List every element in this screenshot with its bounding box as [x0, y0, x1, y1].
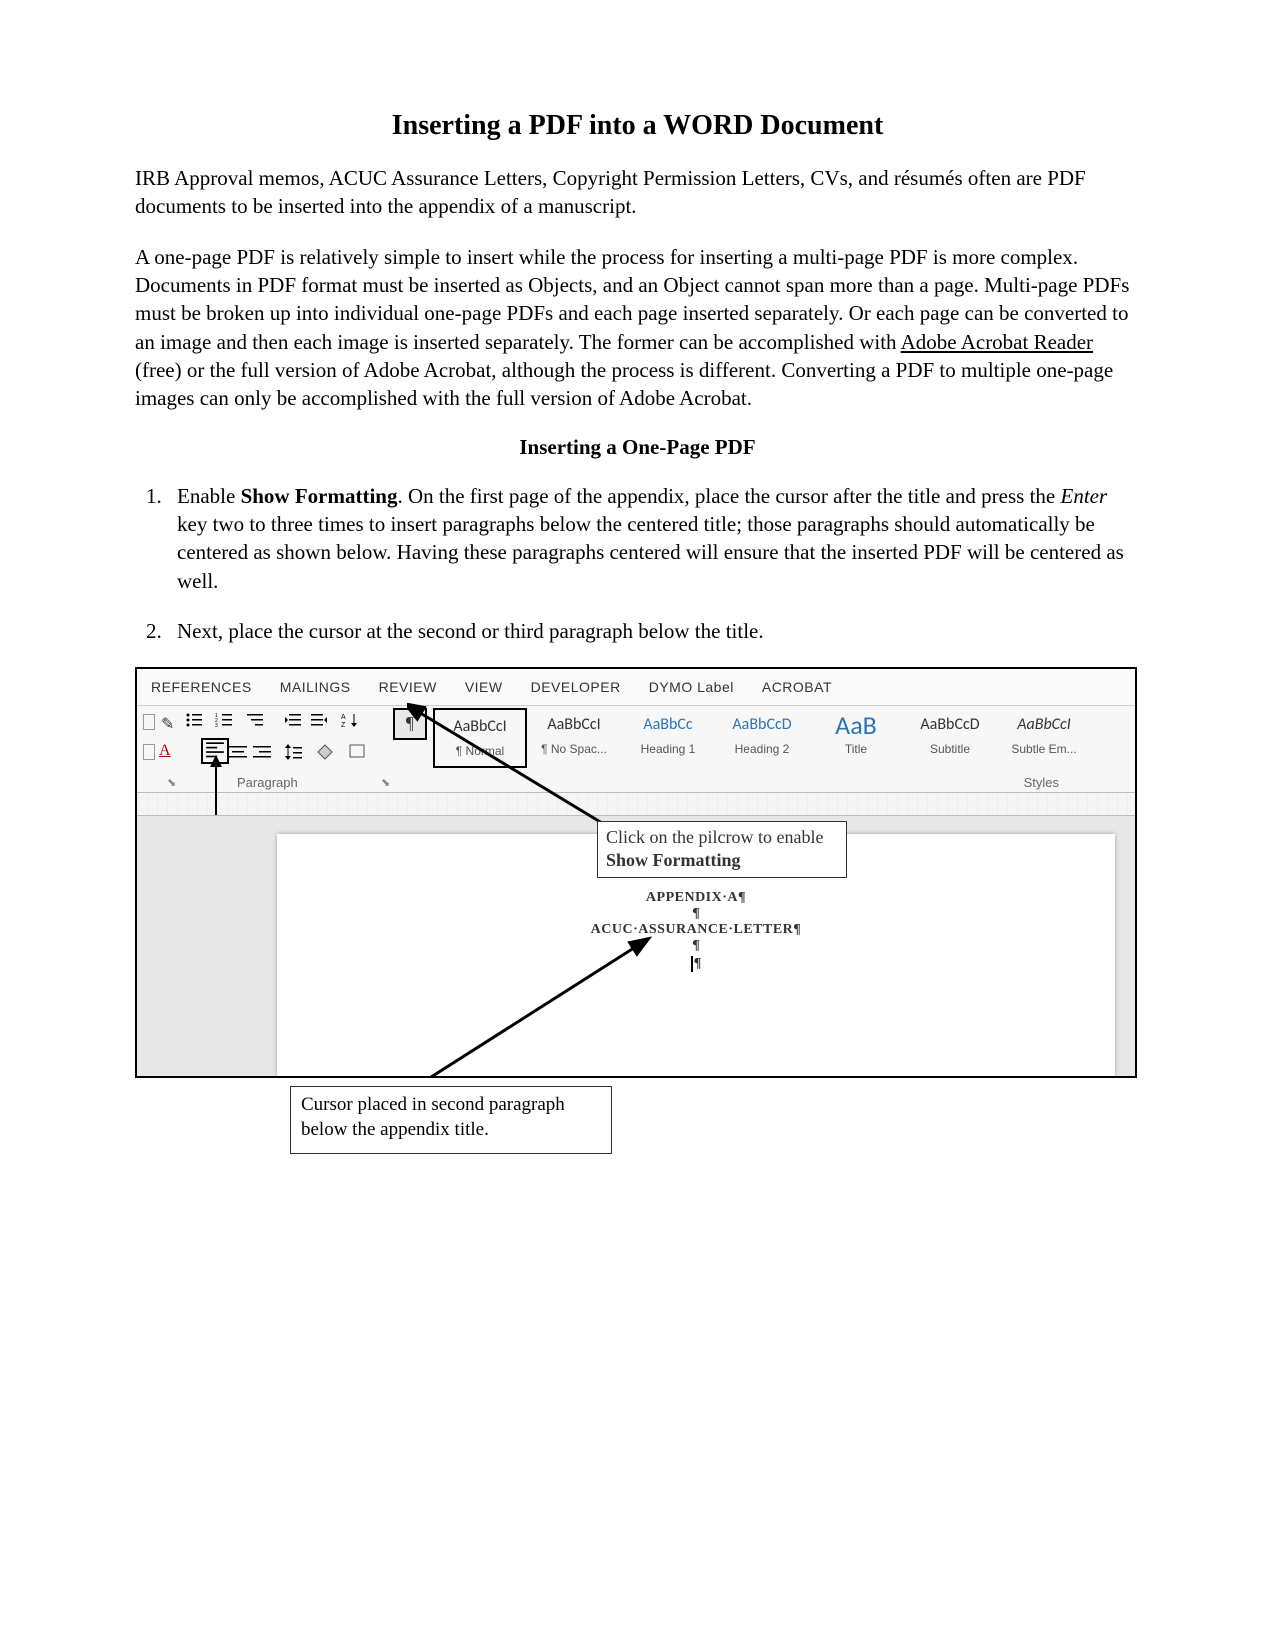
style-no-spacing[interactable]: AaBbCcI ¶ No Spac...	[527, 708, 621, 768]
style-title[interactable]: AaB Title	[809, 708, 903, 768]
svg-text:3: 3	[215, 723, 218, 728]
appendix-title-line: APPENDIX·A¶	[277, 890, 1115, 906]
style-nospacing-sample: AaBbCcI	[527, 712, 621, 740]
page-title: Inserting a PDF into a WORD Document	[135, 110, 1140, 142]
section-heading-one-page: Inserting a One-Page PDF	[135, 435, 1140, 460]
multilevel-list-icon[interactable]	[247, 712, 265, 728]
style-subtle-emphasis[interactable]: AaBbCcI Subtle Em...	[997, 708, 1091, 768]
intro2-b: (free) or the full version of Adobe Acro…	[135, 358, 1113, 410]
appendix-subtitle-line: ACUC·ASSURANCE·LETTER¶	[277, 922, 1115, 938]
line-spacing-icon[interactable]	[285, 744, 303, 760]
tab-dymo[interactable]: DYMO Label	[649, 679, 734, 695]
intro-paragraph-2: A one-page PDF is relatively simple to i…	[135, 243, 1140, 413]
numbering-icon[interactable]: 123	[215, 712, 233, 728]
style-normal[interactable]: AaBbCcI ¶ Normal	[433, 708, 527, 768]
style-title-label: Title	[809, 742, 903, 756]
font-dropdown-icon[interactable]	[143, 714, 155, 730]
pilcrow-line-1: ¶	[277, 906, 1115, 922]
cursor-line: ¶	[277, 954, 1115, 972]
tab-review[interactable]: REVIEW	[379, 679, 437, 695]
increase-indent-icon[interactable]	[311, 712, 329, 728]
borders-icon[interactable]	[349, 744, 367, 760]
tab-view[interactable]: VIEW	[465, 679, 503, 695]
bullets-icon[interactable]	[185, 712, 203, 728]
step1-d: Enter	[1061, 484, 1108, 508]
callout1-b: Show Formatting	[606, 850, 741, 870]
intro-paragraph-1: IRB Approval memos, ACUC Assurance Lette…	[135, 164, 1140, 221]
font-color-icon[interactable]: A	[159, 742, 173, 756]
show-formatting-pilcrow-button[interactable]: ¶	[393, 708, 427, 740]
step1-b: Show Formatting	[241, 484, 398, 508]
tab-references[interactable]: REFERENCES	[151, 679, 252, 695]
adobe-acrobat-reader-link[interactable]: Adobe Acrobat Reader	[901, 330, 1093, 354]
callout-cursor-position: Cursor placed in second paragraph below …	[290, 1086, 612, 1153]
clipboard-launcher-icon[interactable]: ⬊	[167, 776, 176, 789]
callout-pilcrow: Click on the pilcrow to enable Show Form…	[597, 821, 847, 878]
group-label-paragraph: Paragraph	[237, 775, 298, 790]
style-h2-label: Heading 2	[715, 742, 809, 756]
style-se-sample: AaBbCcI	[997, 712, 1091, 740]
step-1: Enable Show Formatting. On the first pag…	[167, 482, 1140, 595]
style-h2-sample: AaBbCcD	[715, 712, 809, 740]
step1-a: Enable	[177, 484, 241, 508]
style-heading2[interactable]: AaBbCcD Heading 2	[715, 708, 809, 768]
style-heading1[interactable]: AaBbCc Heading 1	[621, 708, 715, 768]
svg-text:Z: Z	[341, 722, 346, 728]
style-h1-label: Heading 1	[621, 742, 715, 756]
style-subtitle[interactable]: AaBbCcD Subtitle	[903, 708, 997, 768]
decrease-indent-icon[interactable]	[285, 712, 303, 728]
step-2: Next, place the cursor at the second or …	[167, 617, 1140, 645]
ruler	[137, 793, 1135, 816]
font-size-dropdown-icon[interactable]	[143, 744, 155, 760]
group-label-styles: Styles	[1024, 775, 1059, 790]
tab-acrobat[interactable]: ACROBAT	[762, 679, 832, 695]
svg-text:A: A	[341, 714, 346, 721]
align-center-icon[interactable]	[229, 744, 247, 760]
paragraph-launcher-icon[interactable]: ⬊	[381, 776, 390, 789]
styles-gallery: AaBbCcI ¶ Normal AaBbCcI ¶ No Spac... Aa…	[433, 708, 1131, 768]
steps-list: Enable Show Formatting. On the first pag…	[135, 482, 1140, 646]
tab-mailings[interactable]: MAILINGS	[280, 679, 351, 695]
style-se-label: Subtle Em...	[997, 742, 1091, 756]
format-painter-icon[interactable]: ✎	[161, 714, 175, 728]
style-subtitle-sample: AaBbCcD	[903, 712, 997, 740]
step1-c: . On the first page of the appendix, pla…	[397, 484, 1060, 508]
step1-e: key two to three times to insert paragra…	[177, 512, 1124, 593]
style-normal-label: ¶ Normal	[435, 744, 525, 758]
ribbon-body: ✎ A 123 A	[137, 706, 1135, 793]
style-h1-sample: AaBbCc	[621, 712, 715, 740]
callout1-a: Click on the pilcrow to enable	[606, 827, 823, 847]
shading-icon[interactable]	[317, 744, 335, 760]
style-subtitle-label: Subtitle	[903, 742, 997, 756]
tab-developer[interactable]: DEVELOPER	[531, 679, 621, 695]
style-title-sample: AaB	[809, 712, 903, 740]
ribbon-tab-strip: REFERENCES MAILINGS REVIEW VIEW DEVELOPE…	[137, 669, 1135, 706]
word-ribbon-screenshot: REFERENCES MAILINGS REVIEW VIEW DEVELOPE…	[135, 667, 1137, 1078]
sort-icon[interactable]: AZ	[341, 712, 359, 728]
pilcrow-line-2: ¶	[277, 938, 1115, 954]
style-normal-sample: AaBbCcI	[435, 714, 525, 742]
align-right-icon[interactable]	[253, 744, 271, 760]
style-nospacing-label: ¶ No Spac...	[527, 742, 621, 756]
